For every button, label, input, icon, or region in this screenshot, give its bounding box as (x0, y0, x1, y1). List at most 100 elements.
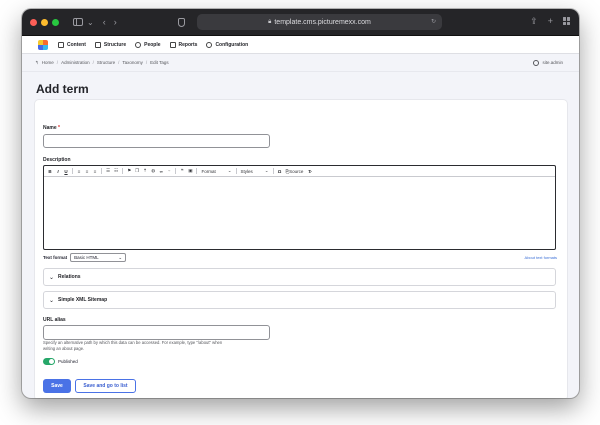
window-controls (30, 18, 59, 26)
lock-icon: 🔒︎ (268, 18, 272, 25)
reload-icon[interactable]: ↻ (431, 18, 436, 25)
text-format-label: Text format (43, 255, 68, 260)
term-form: Name * Description B I U ≡ ≡ ≡ ☰ ☷ ⚑ ❐ ⇡… (35, 100, 567, 398)
flag-icon[interactable]: ⚑ (127, 168, 131, 174)
new-tab-icon[interactable]: + (548, 17, 553, 26)
admin-toolbar: Content Structure People Reports Configu… (22, 36, 579, 54)
toolbar-item-content[interactable]: Content (58, 41, 86, 48)
link-icon[interactable]: ∞ (159, 169, 163, 174)
history-navigation: ‹ › (103, 17, 117, 27)
save-and-go-to-list-button[interactable]: Save and go to list (75, 379, 136, 393)
zoom-window-button[interactable] (52, 18, 59, 26)
browser-right-tools: ⇪ + (530, 17, 571, 26)
breadcrumb-link-structure[interactable]: Structure (97, 60, 115, 65)
user-name: site.admin (542, 60, 563, 65)
relations-accordion[interactable]: ⌄ Relations (43, 268, 556, 286)
toolbar-divider (101, 168, 102, 174)
toolbar-divider (196, 168, 198, 174)
close-window-button[interactable] (30, 18, 37, 26)
bulleted-list-icon[interactable]: ☰ (106, 168, 110, 174)
toolbar-item-reports[interactable]: Reports (169, 41, 198, 48)
name-input[interactable] (43, 134, 270, 148)
person-icon (135, 41, 142, 48)
sidebar-toggle-icon[interactable] (73, 18, 83, 26)
about-text-formats-link[interactable]: About text formats (525, 255, 557, 260)
breadcrumb-link-taxonomy[interactable]: Taxonomy (122, 60, 143, 65)
chevron-down-icon: ⌄ (49, 297, 55, 304)
toolbar-divider (175, 168, 177, 174)
remove-format-icon[interactable]: T̷ (307, 169, 311, 174)
toolbar-item-people[interactable]: People (135, 41, 161, 48)
url-alias-label: URL alias (43, 317, 66, 323)
breadcrumb-link-edit-tags[interactable]: Edit Tags (150, 60, 168, 65)
published-label: Published (58, 359, 78, 364)
tab-overview-icon[interactable] (563, 17, 571, 25)
sitemap-accordion[interactable]: ⌄ Simple XML Sitemap (43, 291, 556, 309)
unlink-icon[interactable]: ⌁ (167, 168, 171, 174)
back-arrow-icon[interactable]: ‹ (103, 17, 106, 27)
align-center-icon[interactable]: ≡ (85, 169, 89, 174)
chevron-down-icon: ⌄ (227, 168, 232, 173)
toolbar-divider (272, 168, 274, 174)
breadcrumb-bar: ↰ Home / Administration / Structure / Ta… (22, 54, 579, 72)
browser-window: ⌄ ‹ › 🔒︎ template.cms.picturemexx.com ↻ … (22, 9, 579, 398)
breadcrumb-link-home[interactable]: Home (42, 60, 54, 65)
address-bar[interactable]: 🔒︎ template.cms.picturemexx.com ↻ (197, 14, 442, 30)
toolbar-item-label: Structure (103, 41, 127, 48)
description-label: Description (43, 157, 71, 163)
format-dropdown[interactable]: Format ⌄ (201, 168, 231, 174)
user-icon (533, 59, 540, 66)
chart-icon (169, 41, 176, 48)
editor-toolbar: B I U ≡ ≡ ≡ ☰ ☷ ⚑ ❐ ⇡ ◍ ∞ ⌁ ❝ ▣ Format ⌄… (44, 166, 555, 177)
description-editor[interactable]: B I U ≡ ≡ ≡ ☰ ☷ ⚑ ❐ ⇡ ◍ ∞ ⌁ ❝ ▣ Format ⌄… (43, 165, 556, 250)
wrench-icon (206, 41, 213, 48)
url-text: template.cms.picturemexx.com (274, 18, 371, 26)
bold-icon[interactable]: B (48, 169, 52, 174)
toolbar-item-structure[interactable]: Structure (94, 41, 127, 48)
save-button[interactable]: Save (43, 379, 71, 393)
breadcrumb-separator: / (145, 60, 148, 65)
numbered-list-icon[interactable]: ☷ (114, 168, 118, 174)
blockquote-icon[interactable]: ❝ (180, 168, 184, 174)
user-menu[interactable]: site.admin (533, 59, 563, 66)
published-toggle[interactable] (43, 358, 55, 365)
toolbar-item-label: Reports (178, 41, 198, 48)
drupal-logo-icon[interactable] (38, 39, 48, 50)
styles-dropdown[interactable]: Styles ⌄ (241, 168, 269, 174)
chevron-down-icon: ⌄ (49, 274, 55, 281)
minimize-window-button[interactable] (41, 18, 48, 26)
chevron-down-icon: ⌄ (118, 254, 123, 260)
url-alias-input[interactable] (43, 325, 270, 340)
chevron-down-icon[interactable]: ⌄ (87, 18, 94, 27)
editor-content-area[interactable] (44, 177, 555, 249)
align-left-icon[interactable]: ≡ (77, 169, 81, 174)
toolbar-item-label: Configuration (215, 41, 249, 48)
published-row: Published (43, 358, 78, 365)
back-arrow-icon[interactable]: ↰ (35, 60, 39, 66)
toolbar-item-configuration[interactable]: Configuration (206, 41, 249, 48)
share-icon[interactable]: ⇪ (530, 17, 538, 26)
privacy-shield-icon[interactable] (178, 18, 185, 27)
text-format-select[interactable]: Basic HTML ⌄ (70, 253, 127, 262)
required-marker: * (58, 125, 60, 131)
image-icon[interactable]: ▣ (188, 168, 192, 174)
upload-icon[interactable]: ⇡ (143, 168, 147, 174)
copy-icon[interactable]: ❐ (135, 168, 139, 174)
chevron-down-icon: ⌄ (264, 168, 269, 173)
italic-icon[interactable]: I (56, 169, 60, 174)
name-label: Name * (43, 125, 60, 131)
source-button[interactable]: ⎘ Source (286, 169, 304, 174)
breadcrumb: ↰ Home / Administration / Structure / Ta… (35, 60, 169, 66)
toolbar-divider (122, 168, 124, 174)
forward-arrow-icon[interactable]: › (114, 17, 117, 27)
toolbar-item-label: Content (67, 41, 86, 48)
structure-icon (94, 41, 101, 48)
align-right-icon[interactable]: ≡ (93, 169, 97, 174)
special-characters-icon[interactable]: Ω (278, 169, 282, 174)
page-title: Add term (36, 82, 89, 96)
media-icon[interactable]: ◍ (151, 168, 155, 174)
url-alias-help: Specify an alternative path by which thi… (43, 340, 223, 351)
breadcrumb-link-administration[interactable]: Administration (61, 60, 90, 65)
browser-toolbar: ⌄ ‹ › 🔒︎ template.cms.picturemexx.com ↻ … (22, 9, 579, 36)
underline-icon[interactable]: U (64, 169, 68, 174)
